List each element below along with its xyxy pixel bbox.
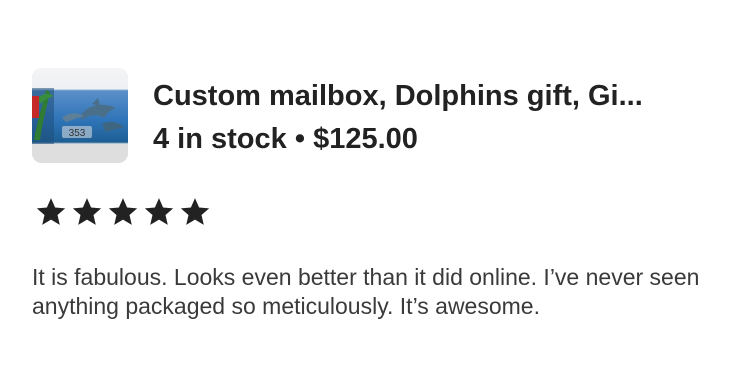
star-rating — [34, 195, 212, 231]
stock-count: 4 in stock — [153, 123, 287, 155]
separator-dot: • — [294, 123, 305, 155]
star-icon — [36, 198, 66, 225]
listing-thumbnail[interactable]: 353 — [32, 68, 128, 163]
dolphin-mailbox-photo: 353 — [32, 68, 128, 163]
star-icon — [180, 198, 210, 225]
listing-stock-price: 4 in stock • $125.00 — [153, 121, 418, 157]
review-text: It is fabulous. Looks even better than i… — [32, 264, 700, 319]
listing-title[interactable]: Custom mailbox, Dolphins gift, Gi... — [153, 78, 733, 114]
review-card: 353 Custom mailbox, Dolphins gift, Gi...… — [0, 0, 750, 375]
listing-price: $125.00 — [313, 123, 418, 155]
thumbnail-house-number: 353 — [69, 128, 86, 139]
star-icon — [108, 198, 138, 225]
star-icon — [144, 198, 174, 225]
listing-summary[interactable]: 353 Custom mailbox, Dolphins gift, Gi...… — [32, 68, 732, 164]
star-icon — [72, 198, 102, 225]
